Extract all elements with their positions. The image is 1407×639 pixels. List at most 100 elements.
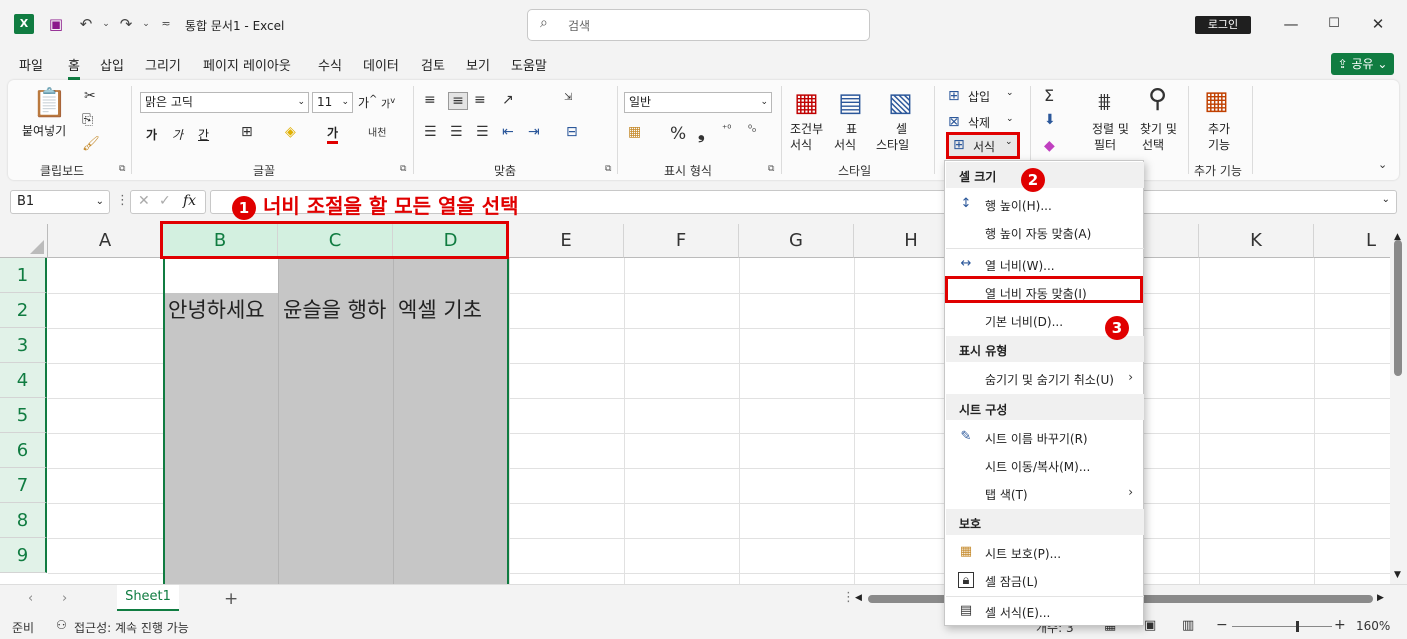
menu-rename-sheet[interactable]: 시트 이름 바꾸기(R) [985,430,1088,447]
align-center-icon[interactable]: ☰ [450,124,463,140]
row-header-7[interactable]: 7 [0,468,47,503]
cell-d2[interactable]: 엑셀 기초 [398,294,508,324]
find-select-icon[interactable]: ⚲ [1148,84,1167,114]
autosum-icon[interactable]: Σ [1044,86,1054,105]
sort-filter-icon[interactable]: ⩩ [1098,88,1111,116]
menu-protect-sheet[interactable]: 시트 보호(P)... [985,545,1061,562]
worksheet-grid[interactable]: A B C D E F G H I J K L 1 2 3 4 5 6 7 8 … [0,224,1390,584]
borders-icon[interactable]: ⊞ [241,124,253,140]
name-box[interactable]: B1 ⌄ [10,190,110,214]
menu-row-height[interactable]: 행 높이(H)... [985,197,1052,214]
delete-cells-icon[interactable]: ⊠ [948,114,960,130]
cell-styles-label-2[interactable]: 스타일 [876,136,909,153]
delete-cells-label[interactable]: 삭제 [968,114,990,131]
add-ins-label-2[interactable]: 기능 [1208,136,1230,153]
column-header-f[interactable]: F [624,224,739,258]
menu-lock-cell[interactable]: 셀 잠금(L) [985,573,1038,590]
tab-home[interactable]: 홈 [68,55,80,80]
select-all-button[interactable] [0,224,48,258]
dialog-launcher-icon[interactable]: ⧉ [119,164,125,174]
clear-icon[interactable]: ◆ [1044,138,1055,154]
search-box[interactable]: ⌕ 검색 [527,9,870,41]
enter-icon[interactable]: ✓ [159,193,171,209]
underline-button[interactable]: 간 [198,126,209,143]
insert-function-icon[interactable]: fx [183,193,196,209]
cut-icon[interactable]: ✂ [84,88,96,104]
zoom-out-icon[interactable]: − [1216,617,1228,633]
format-as-table-label-2[interactable]: 서식 [834,136,856,153]
tab-page-layout[interactable]: 페이지 레이아웃 [203,55,291,74]
column-header-k[interactable]: K [1199,224,1314,258]
insert-cells-label[interactable]: 삽입 [968,88,990,105]
find-select-label-2[interactable]: 선택 [1142,136,1164,153]
next-sheet-icon[interactable]: › [62,591,67,606]
redo-dropdown-icon[interactable]: ⌄ [136,14,156,34]
collapse-ribbon-icon[interactable]: ⌄ [1378,158,1387,171]
scroll-right-icon[interactable]: ▶ [1377,593,1384,603]
dialog-launcher-icon[interactable]: ⧉ [400,164,406,174]
format-as-table-label-1[interactable]: 표 [846,120,857,137]
menu-autofit-row[interactable]: 행 높이 자동 맞춤(A) [985,225,1091,242]
formula-bar-more-icon[interactable]: ⋮ [116,193,129,208]
fill-color-icon[interactable]: ◈ [285,124,296,140]
conditional-format-icon[interactable]: ▦ [794,88,819,118]
row-header-4[interactable]: 4 [0,363,47,398]
percent-icon[interactable]: % [670,124,686,144]
dialog-launcher-icon[interactable]: ⧉ [605,164,611,174]
row-header-2[interactable]: 2 [0,293,47,328]
number-format-select[interactable]: 일반 ⌄ [624,92,772,113]
fill-icon[interactable]: ⬇ [1044,112,1056,128]
column-header-l[interactable]: L [1314,224,1390,258]
undo-icon[interactable]: ↶ [76,14,96,34]
vertical-scroll-thumb[interactable] [1394,240,1402,376]
row-header-9[interactable]: 9 [0,538,47,573]
prev-sheet-icon[interactable]: ‹ [28,591,33,606]
bold-button[interactable]: 가 [146,126,157,143]
align-middle-icon[interactable]: ≡ [448,92,468,110]
customize-qat-icon[interactable]: ≂ [156,14,176,34]
row-header-3[interactable]: 3 [0,328,47,363]
font-size-select[interactable]: 11 ⌄ [312,92,353,113]
grow-font-button[interactable]: 가^ [358,94,377,111]
expand-formula-icon[interactable]: ⌄ [1382,194,1390,205]
tab-formulas[interactable]: 수식 [318,55,342,74]
shrink-font-button[interactable]: 가v [381,95,395,110]
redo-icon[interactable]: ↷ [116,14,136,34]
row-header-6[interactable]: 6 [0,433,47,468]
undo-dropdown-icon[interactable]: ⌄ [96,14,116,34]
conditional-format-label-1[interactable]: 조건부 [790,120,823,137]
conditional-format-label-2[interactable]: 서식 [790,136,812,153]
menu-column-width[interactable]: 열 너비(W)... [985,257,1055,274]
menu-move-copy-sheet[interactable]: 시트 이동/복사(M)... [985,458,1090,475]
tab-review[interactable]: 검토 [421,55,445,74]
share-button[interactable]: ⇪ 공유 ⌄ [1331,53,1394,75]
decrease-indent-icon[interactable]: ⇤ [502,124,514,140]
sheet-bar-more-icon[interactable]: ⋮ [842,590,855,605]
format-painter-icon[interactable]: 🖌 [82,136,100,152]
tab-insert[interactable]: 삽입 [100,55,124,74]
tab-file[interactable]: 파일 [19,55,43,74]
maximize-icon[interactable]: ☐ [1324,14,1344,34]
zoom-level[interactable]: 160% [1356,619,1390,633]
page-layout-view-icon[interactable]: ▣ [1144,618,1156,633]
menu-default-width[interactable]: 기본 너비(D)... [985,313,1063,330]
insert-cells-icon[interactable]: ⊞ [948,88,960,104]
paste-label[interactable]: 붙여넣기 [22,122,66,139]
align-right-icon[interactable]: ☰ [476,124,489,140]
paste-icon[interactable]: 📋 [32,86,67,119]
row-header-8[interactable]: 8 [0,503,47,538]
cancel-icon[interactable]: ✕ [138,193,150,209]
zoom-slider-thumb[interactable] [1296,621,1299,632]
cell-c2[interactable]: 윤슬을 행하 [283,294,394,324]
font-name-select[interactable]: 맑은 고딕 ⌄ [140,92,309,113]
menu-format-cells[interactable]: 셀 서식(E)... [985,604,1050,621]
decrease-decimal-icon[interactable]: ⁰₀ [748,124,756,135]
align-top-icon[interactable]: ≡ [424,92,436,108]
dialog-launcher-icon[interactable]: ⧉ [768,164,774,174]
tab-data[interactable]: 데이터 [363,55,399,74]
copy-icon[interactable]: ⎘ [82,112,93,128]
format-as-table-icon[interactable]: ▤ [838,88,863,118]
minimize-icon[interactable]: — [1281,14,1301,34]
scroll-down-icon[interactable]: ▼ [1394,570,1401,580]
italic-button[interactable]: 가 [172,126,183,143]
